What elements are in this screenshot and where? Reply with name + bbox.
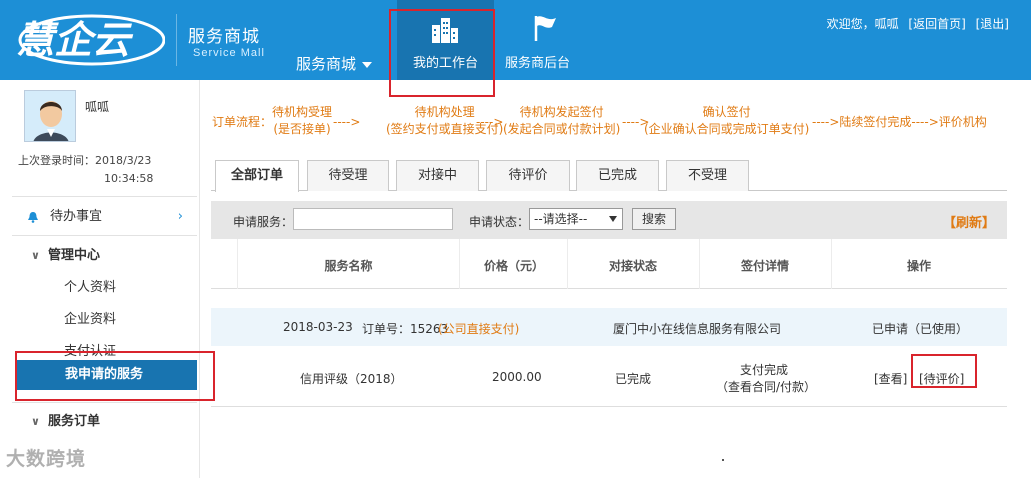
mall-subtitle: Service Mall	[193, 47, 265, 59]
tab-pending-accept[interactable]: 待受理	[307, 160, 389, 191]
column-separator	[237, 239, 238, 289]
tab-all-orders[interactable]: 全部订单	[215, 160, 299, 192]
process-step-4: 确认签付 (企业确认合同或完成订单支付)	[644, 104, 809, 138]
last-login-label: 上次登录时间：2018/3/23	[18, 154, 152, 167]
home-link[interactable]: [返回首页]	[908, 17, 965, 31]
avatar	[24, 90, 76, 142]
table-header: 服务名称 价格（元） 对接状态 签付详情 操作	[211, 239, 1007, 289]
watermark: 大数跨境	[6, 448, 87, 470]
col-sign-pay-detail: 签付详情	[740, 259, 789, 273]
highlight-box-workbench	[389, 9, 495, 97]
sidebar-item-todo-label: 待办事宜	[50, 209, 103, 224]
last-login: 上次登录时间：2018/3/23 10:34:58	[18, 152, 153, 188]
order-date: 2018-03-23	[283, 320, 353, 334]
order-header-row: 2018-03-23 订单号：15263 (公司直接支付) 厦门中小在线信息服务…	[211, 308, 1007, 346]
stray-dot	[722, 459, 724, 461]
view-contract-payment-link[interactable]: （查看合同/付款）	[716, 378, 816, 395]
process-step-3-title: 待机构发起签付	[519, 105, 604, 119]
highlight-box-sidebar	[15, 351, 215, 401]
column-separator	[459, 239, 460, 289]
col-service-name: 服务名称	[324, 259, 373, 273]
top-header: 慧企云 服务商城 Service Mall 服务商城 我的工作台 服务商后台 欢…	[0, 0, 1031, 97]
chevron-down-icon: ∨	[31, 249, 40, 262]
tab-in-progress[interactable]: 对接中	[396, 160, 479, 191]
username: 呱呱	[85, 100, 110, 114]
welcome-text: 欢迎您，呱呱	[826, 17, 899, 31]
top-user-links: 欢迎您，呱呱 [返回首页] [退出]	[821, 15, 1009, 32]
highlight-box-review	[911, 354, 977, 388]
col-price: 价格（元）	[483, 259, 544, 273]
process-step-1: 待机构受理 (是否接单)	[272, 104, 332, 138]
status-label: 申请状态：	[469, 215, 530, 229]
process-step-3: 待机构发起签付 (发起合同或付款计划)	[503, 104, 620, 138]
process-step-4-title: 确认签付	[702, 105, 751, 119]
process-step-1-note: (是否接单)	[273, 122, 331, 136]
logo-text: 慧企云	[16, 18, 134, 62]
service-label: 申请服务：	[233, 215, 294, 229]
service-price: 2000.00	[492, 370, 542, 384]
process-arrow: ---->	[333, 115, 361, 129]
group-management-center-label: 管理中心	[48, 248, 101, 263]
process-arrow: ---->	[476, 115, 504, 129]
nav-provider-backend-label: 服务商后台	[505, 56, 571, 71]
divider	[12, 235, 197, 236]
process-prefix: 订单流程：	[212, 115, 273, 129]
nav-service-mall-label: 服务商城	[296, 55, 357, 73]
status-select-value: --请选择--	[534, 212, 588, 226]
order-apply-status: 已申请（已使用）	[872, 322, 969, 336]
chevron-down-icon	[609, 216, 617, 222]
chevron-down-icon	[362, 61, 373, 68]
order-tabs: 全部订单 待受理 对接中 待评价 已完成 不受理	[211, 160, 1007, 192]
bell-icon	[28, 212, 38, 223]
tab-pending-review[interactable]: 待评价	[486, 160, 570, 191]
chevron-right-icon: ›	[177, 209, 183, 224]
refresh-button[interactable]: 【刷新】	[943, 212, 995, 231]
service-search-input[interactable]	[293, 208, 453, 230]
order-company: 厦门中小在线信息服务有限公司	[613, 322, 782, 336]
filter-bar: 申请服务： 申请状态： --请选择-- 搜索 【刷新】	[211, 201, 1007, 239]
tab-rejected[interactable]: 不受理	[666, 160, 749, 191]
group-management-center[interactable]: ∨ 管理中心	[0, 246, 197, 266]
page-root: 慧企云 服务商城 Service Mall 服务商城 我的工作台 服务商后台 欢…	[0, 0, 1031, 478]
col-operation: 操作	[906, 259, 931, 273]
group-service-orders[interactable]: ∨ 服务订单	[0, 412, 197, 432]
nav-provider-backend[interactable]: 服务商后台	[505, 0, 585, 80]
pay-detail-status: 支付完成	[740, 363, 789, 377]
status-select[interactable]: --请选择--	[529, 208, 623, 230]
process-step-1-title: 待机构受理	[272, 105, 333, 119]
row-separator	[211, 406, 1007, 407]
user-avatar-icon	[25, 91, 75, 141]
sidebar: 呱呱 上次登录时间：2018/3/23 10:34:58 待办事宜 › ∨ 管理…	[0, 80, 200, 478]
order-pay-type: (公司直接支付)	[438, 322, 520, 336]
divider	[12, 402, 197, 403]
col-status: 对接状态	[608, 259, 657, 273]
tab-completed[interactable]: 已完成	[576, 160, 659, 191]
divider	[12, 196, 197, 197]
logo-divider	[176, 14, 177, 66]
column-separator	[831, 239, 832, 289]
process-step-3-note: (发起合同或付款计划)	[503, 122, 621, 136]
process-tail: ---->陆续签付完成---->评价机构	[812, 115, 987, 129]
view-button[interactable]: [查看]	[874, 370, 907, 387]
column-separator	[699, 239, 700, 289]
chevron-down-icon: ∨	[31, 415, 40, 428]
sidebar-item-company-info[interactable]: 企业资料	[0, 310, 197, 330]
last-login-time: 10:34:58	[104, 172, 154, 185]
sidebar-item-personal-info[interactable]: 个人资料	[0, 278, 197, 298]
mall-title: 服务商城	[188, 27, 260, 47]
process-step-4-note: (企业确认合同或完成订单支付)	[644, 122, 810, 136]
nav-service-mall[interactable]: 服务商城	[296, 53, 373, 74]
order-number: 订单号：15263	[362, 322, 449, 336]
logout-link[interactable]: [退出]	[976, 17, 1009, 31]
sidebar-item-todo[interactable]: 待办事宜 ›	[0, 206, 197, 228]
column-separator	[567, 239, 568, 289]
search-button[interactable]: 搜索	[632, 208, 676, 230]
order-process-flow: 订单流程： 待机构受理 (是否接单) ----> 待机构处理 (签约支付或直接支…	[212, 104, 1012, 144]
group-service-orders-label: 服务订单	[48, 414, 101, 429]
service-status: 已完成	[615, 372, 652, 386]
brand-logo[interactable]: 慧企云	[10, 12, 165, 66]
flag-icon	[534, 16, 556, 41]
service-name: 信用评级（2018）	[300, 372, 403, 386]
